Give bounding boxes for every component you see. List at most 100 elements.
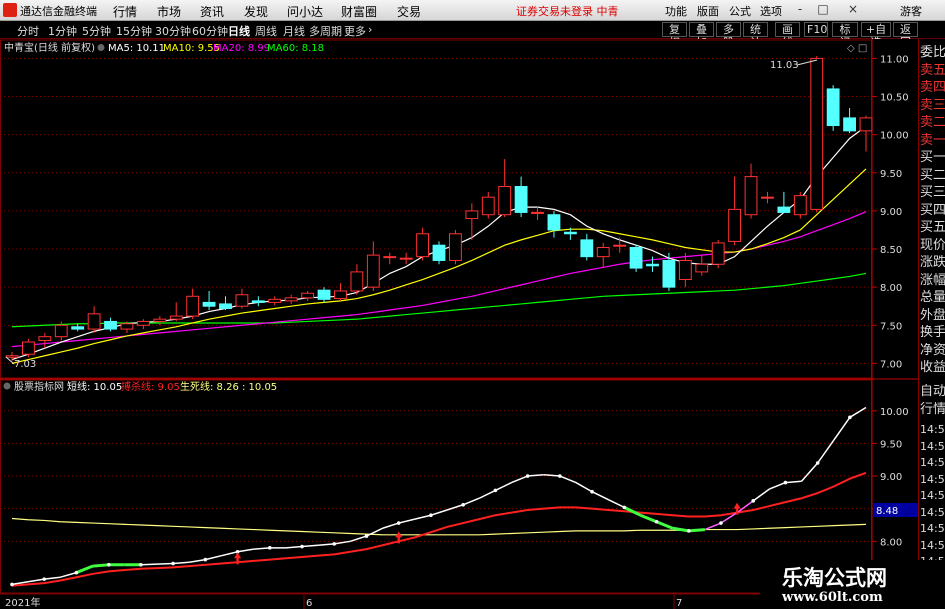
menu-item-news[interactable]: 资讯 — [200, 3, 224, 20]
period-toolbar: 分时 1分钟 5分钟 15分钟 30分钟 60分钟 日线 周线 月线 多周期 更… — [0, 21, 945, 49]
candle-body — [514, 186, 528, 213]
side-item-0: 委比 — [920, 45, 945, 60]
short-line-dot — [686, 529, 691, 533]
period-tab-1min[interactable]: 1分钟 — [48, 23, 77, 39]
period-tab-more[interactable]: 更多 — [344, 23, 366, 39]
period-tab-multi[interactable]: 多周期 — [309, 23, 342, 39]
back-button[interactable]: 返回 — [893, 22, 918, 49]
period-tab-30min[interactable]: 30分钟 — [155, 23, 191, 39]
menu-item-xiaoda[interactable]: 问小达 — [287, 3, 323, 20]
short-line-dot — [74, 570, 79, 575]
menu-item-wealth[interactable]: 财富圈 — [341, 3, 377, 20]
period-tab-intraday[interactable]: 分时 — [17, 23, 39, 39]
menu-item-discover[interactable]: 发现 — [244, 3, 268, 20]
f10-button[interactable]: F10 — [804, 22, 828, 37]
side-item-19[interactable]: 自动 — [920, 384, 945, 400]
candle-body — [777, 206, 791, 213]
sub-axis-marker-label: 8.48 — [876, 506, 898, 517]
overlay-button[interactable]: 叠加 — [689, 22, 714, 49]
month6-date-label: 6 — [306, 598, 312, 609]
quote-side-strip: 委比 卖五 卖四 卖三 卖二 卖一 买一 买二 买三 买四 买五 现价 涨跌 涨幅 总量 外盘 换手 净资 收益 自动… — [918, 39, 945, 609]
period-tab-monthly[interactable]: 月线 — [283, 23, 305, 39]
menu-item-quotes[interactable]: 行情 — [113, 3, 137, 20]
side-item-13: 涨幅 — [920, 272, 945, 288]
bobo-line-legend: 搏杀线: 9.05 — [121, 380, 180, 393]
side-item-4: 卖二 — [920, 115, 945, 130]
maximize-button[interactable]: □ — [815, 2, 831, 16]
short-line-segment — [688, 528, 705, 533]
ma10-legend: MA10: 9.55 — [163, 43, 220, 54]
candle-body — [498, 186, 512, 216]
side-item-15: 外盘 — [920, 307, 945, 323]
candle — [826, 85, 840, 131]
multi-stock-button[interactable]: 多股 — [716, 22, 741, 49]
candle-body — [449, 233, 462, 261]
menu-item-function[interactable]: 功能 — [665, 3, 687, 19]
short-line-dot — [848, 415, 852, 420]
menu-item-formula[interactable]: 公式 — [729, 3, 751, 19]
panel-options-icon[interactable]: ◇ □ — [847, 43, 867, 54]
period-tab-15min[interactable]: 15分钟 — [116, 23, 152, 39]
side-item-25: 14:50 — [920, 489, 945, 502]
short-line-dot — [622, 505, 627, 510]
candle-body — [22, 341, 35, 355]
candle-body — [87, 313, 101, 330]
candle — [432, 241, 446, 265]
side-item-11: 现价 — [920, 237, 945, 253]
side-item-20[interactable]: 行情 — [920, 402, 945, 418]
close-button[interactable]: × — [845, 2, 861, 16]
candle-body — [71, 326, 85, 330]
add-watchlist-button[interactable]: +自选 — [861, 22, 891, 49]
candle-body — [596, 246, 610, 258]
short-line-dot — [815, 461, 820, 465]
period-tab-5min[interactable]: 5分钟 — [82, 23, 111, 39]
guest-label[interactable]: 游客 — [900, 3, 922, 19]
candle-body — [366, 254, 380, 288]
menu-item-layout[interactable]: 版面 — [697, 3, 719, 19]
more-chevron-icon[interactable]: › — [368, 23, 372, 36]
side-item-8: 买三 — [920, 185, 945, 200]
sub-legend-toggle-icon[interactable] — [3, 382, 11, 390]
candle-body — [5, 355, 19, 358]
watermark-site-name: 乐淘公式网 — [782, 565, 887, 590]
title-menu-bar: 通达信金融终端 行情 市场 资讯 发现 问小达 财富圈 交易 证券交易未登录 中… — [0, 0, 945, 34]
candle-body — [728, 208, 742, 242]
side-item-26: 14:50 — [920, 505, 945, 519]
menu-item-trade[interactable]: 交易 — [397, 3, 421, 20]
price-tick-label: 10.00 — [880, 131, 909, 142]
ma5-legend: MA5: 10.11 — [108, 43, 165, 54]
candle-body — [301, 292, 315, 299]
short-line-dot — [719, 521, 723, 525]
candle-body — [169, 315, 183, 320]
candle-body — [350, 271, 364, 292]
price-tick-label: 11.00 — [880, 54, 909, 65]
side-item-24: 14:50 — [920, 472, 945, 486]
draw-line-button[interactable]: 画线 — [775, 22, 800, 49]
watermark-url: www.60lt.com — [782, 590, 883, 605]
kline-chart[interactable]: 11.0010.5010.009.509.008.508.007.507.00 … — [0, 39, 918, 609]
candle-body — [38, 336, 52, 342]
period-tab-weekly[interactable]: 周线 — [255, 23, 277, 39]
year-date-label: 2021年 — [5, 596, 40, 609]
statistics-button[interactable]: 统计 — [743, 22, 768, 49]
period-tab-daily[interactable]: 日线 — [228, 23, 250, 39]
candle-body — [235, 294, 249, 307]
menu-item-options[interactable]: 选项 — [760, 3, 782, 19]
side-item-17: 净资 — [920, 342, 945, 358]
candle-body — [531, 211, 544, 214]
side-item-22: 14:50 — [920, 439, 945, 453]
candle-body — [416, 233, 429, 258]
mark-button[interactable]: 标记 — [832, 22, 858, 49]
app-logo-icon — [3, 3, 17, 17]
restore-rights-button[interactable]: 复权 — [662, 22, 687, 49]
candle-body — [284, 297, 298, 302]
ma20-legend: MA20: 8.99 — [213, 43, 270, 54]
site-watermark: 乐淘公式网 www.60lt.com — [760, 560, 945, 609]
menu-item-market[interactable]: 市场 — [157, 3, 181, 20]
price-tick-label: 8.50 — [880, 245, 902, 256]
side-item-27: 14:50 — [920, 522, 945, 535]
period-tab-60min[interactable]: 60分钟 — [192, 23, 228, 39]
short-line-dot — [751, 499, 756, 503]
legend-toggle-icon[interactable] — [97, 44, 105, 51]
minimize-button[interactable]: - — [792, 2, 808, 16]
